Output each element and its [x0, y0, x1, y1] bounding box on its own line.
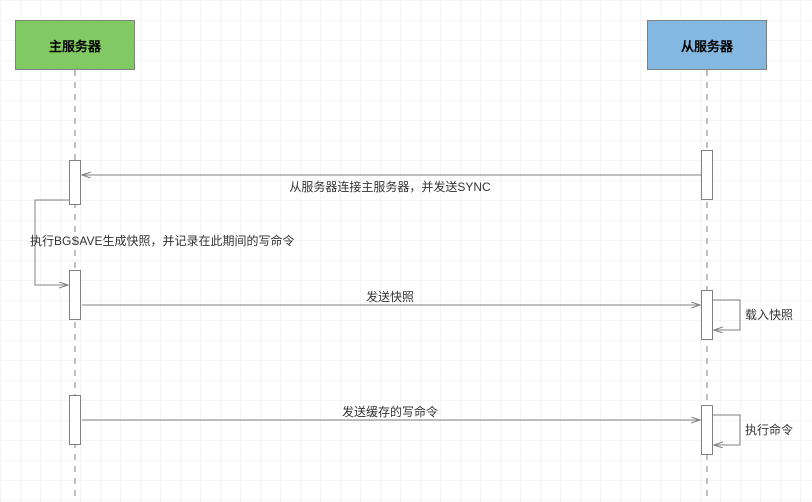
- participant-master-label: 主服务器: [49, 36, 101, 55]
- sequence-diagram: 主服务器 从服务器 从服务器连接主: [0, 0, 812, 502]
- participant-slave: 从服务器: [647, 20, 767, 70]
- activation-master-3: [69, 395, 81, 445]
- message-label-bgsave: 执行BGSAVE生成快照，并记录在此期间的写命令: [30, 232, 350, 249]
- participant-master: 主服务器: [15, 20, 135, 70]
- message-label-exec-cmd: 执行命令: [745, 421, 812, 438]
- activation-master-2: [69, 270, 81, 320]
- message-label-load-snapshot: 载入快照: [745, 306, 812, 323]
- diagram-wires: [0, 0, 812, 502]
- activation-slave-3: [701, 405, 713, 455]
- activation-slave-1: [701, 150, 713, 200]
- message-label-send-snapshot: 发送快照: [100, 288, 680, 305]
- message-label-sync: 从服务器连接主服务器，并发送SYNC: [100, 178, 680, 195]
- activation-slave-2: [701, 290, 713, 340]
- message-label-send-buffered: 发送缓存的写命令: [100, 403, 680, 420]
- activation-master-1: [69, 160, 81, 205]
- participant-slave-label: 从服务器: [681, 36, 733, 55]
